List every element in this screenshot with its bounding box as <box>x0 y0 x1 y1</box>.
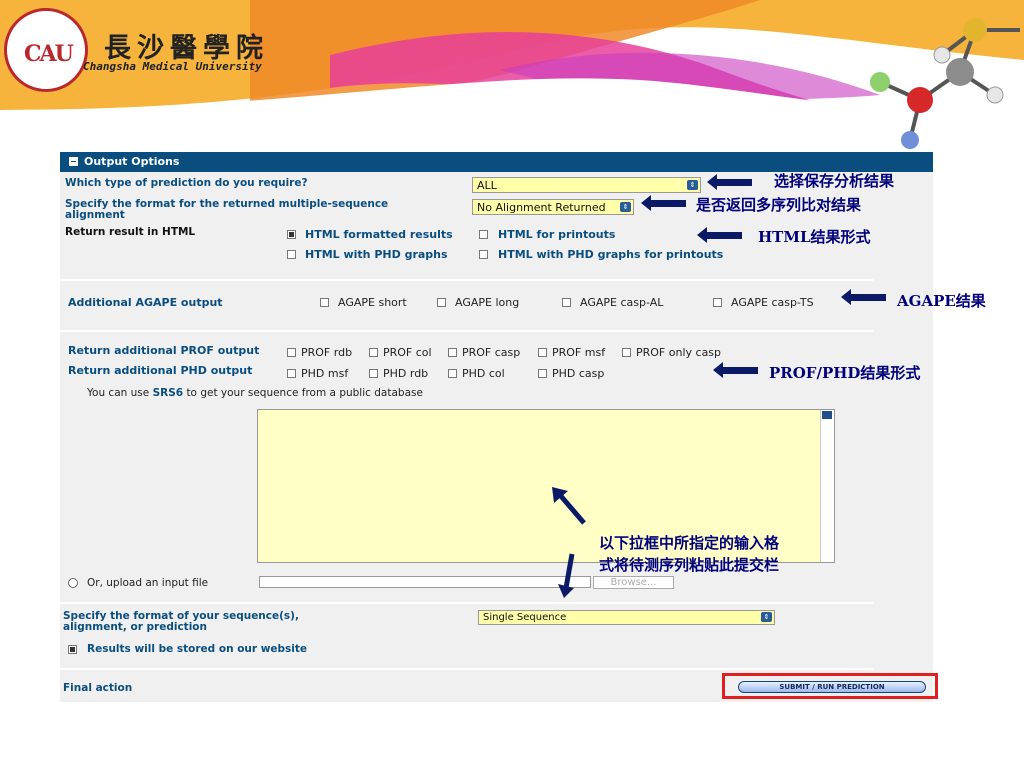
phd-msf-checkbox[interactable] <box>287 369 296 378</box>
phd-msf-label: PHD msf <box>301 367 349 380</box>
select-arrow-icon: ⇕ <box>687 180 698 190</box>
prediction-value: ALL <box>477 179 497 192</box>
agape-casp-al-label: AGAPE casp-AL <box>580 296 664 309</box>
html-label: Return result in HTML <box>65 226 196 238</box>
molecule-icon <box>870 18 1020 149</box>
prediction-label: Which type of prediction do you require? <box>65 177 308 189</box>
phd-rdb-label: PHD rdb <box>383 367 429 380</box>
annotation-save-result: 选择保存分析结果 <box>774 172 895 190</box>
html-phd-graphs-printouts-label: HTML with PHD graphs for printouts <box>498 248 724 261</box>
prof-only-casp-checkbox[interactable] <box>622 348 631 357</box>
agape-long-label: AGAPE long <box>455 296 520 309</box>
submit-button[interactable]: SUBMIT / RUN PREDICTION <box>738 681 926 693</box>
html-phd-graphs-printouts-checkbox[interactable] <box>479 250 488 259</box>
separator <box>60 330 873 332</box>
prof-col-label: PROF col <box>383 346 432 359</box>
phd-col-label: PHD col <box>462 367 505 380</box>
agape-label: Additional AGAPE output <box>68 296 223 309</box>
select-arrow-icon: ⇕ <box>761 612 772 622</box>
prof-rdb-checkbox[interactable] <box>287 348 296 357</box>
panel-header: Output Options <box>60 152 933 172</box>
prof-col-checkbox[interactable] <box>369 348 378 357</box>
submit-highlight: SUBMIT / RUN PREDICTION <box>722 673 938 699</box>
select-arrow-icon: ⇕ <box>620 202 631 212</box>
arrow-up-left-icon <box>552 487 586 525</box>
separator <box>60 668 873 670</box>
html-phd-graphs-label: HTML with PHD graphs <box>305 248 448 261</box>
arrow-left-icon <box>841 289 886 305</box>
prof-rdb-label: PROF rdb <box>301 346 353 359</box>
upload-radio[interactable] <box>68 578 78 588</box>
prediction-select[interactable]: ALL ⇕ <box>472 177 701 193</box>
university-logo: CAU <box>4 8 88 92</box>
annotation-input-line1: 以下拉框中所指定的输入格 <box>599 534 780 552</box>
prof-casp-checkbox[interactable] <box>448 348 457 357</box>
alignment-select[interactable]: No Alignment Returned ⇕ <box>472 199 634 215</box>
agape-short-checkbox[interactable] <box>320 298 329 307</box>
agape-casp-ts-label: AGAPE casp-TS <box>731 296 814 309</box>
phd-rdb-checkbox[interactable] <box>369 369 378 378</box>
separator <box>60 602 873 604</box>
store-results-checkbox[interactable] <box>68 645 77 654</box>
prof-msf-checkbox[interactable] <box>538 348 547 357</box>
agape-long-checkbox[interactable] <box>437 298 446 307</box>
agape-casp-ts-checkbox[interactable] <box>713 298 722 307</box>
html-formatted-label: HTML formatted results <box>305 228 453 241</box>
scroll-up-icon[interactable] <box>822 411 832 419</box>
annotation-input-line2: 式将待测序列粘贴此提交栏 <box>599 556 780 574</box>
prof-only-casp-label: PROF only casp <box>636 346 722 359</box>
school-name-en: Changsha Medical University <box>83 60 262 73</box>
prof-msf-label: PROF msf <box>552 346 606 359</box>
srs6-link[interactable]: SRS6 <box>153 387 184 399</box>
annotation-agape: AGAPE结果 <box>897 292 986 310</box>
annotation-prof-phd: PROF/PHD结果形式 <box>769 364 921 382</box>
alignment-label: Specify the format for the returned mult… <box>65 198 389 221</box>
prof-label: Return additional PROF output <box>68 344 260 357</box>
final-action-label: Final action <box>63 682 133 694</box>
header-banner: CAU 長沙醫學院 Changsha Medical University <box>0 0 1024 150</box>
arrow-left-icon <box>707 174 752 190</box>
annotation-alignment: 是否返回多序列比对结果 <box>696 196 862 214</box>
logo-text: CAU <box>24 41 74 67</box>
textarea-scrollbar[interactable] <box>820 410 834 562</box>
html-phd-graphs-checkbox[interactable] <box>287 250 296 259</box>
phd-col-checkbox[interactable] <box>448 369 457 378</box>
upload-label: Or, upload an input file <box>87 577 209 589</box>
html-printouts-label: HTML for printouts <box>498 228 616 241</box>
prof-casp-label: PROF casp <box>462 346 521 359</box>
srs-hint: You can use SRS6 to get your sequence fr… <box>87 387 423 399</box>
agape-casp-al-checkbox[interactable] <box>562 298 571 307</box>
phd-casp-label: PHD casp <box>552 367 605 380</box>
collapse-icon[interactable] <box>68 156 79 167</box>
phd-label: Return additional PHD output <box>68 364 253 377</box>
alignment-value: No Alignment Returned <box>477 201 606 214</box>
srs-suffix: to get your sequence from a public datab… <box>186 387 423 399</box>
html-formatted-checkbox[interactable] <box>287 230 296 239</box>
browse-button[interactable]: Browse... <box>593 576 674 589</box>
format-value: Single Sequence <box>483 612 567 623</box>
srs-prefix: You can use <box>87 387 150 399</box>
phd-casp-checkbox[interactable] <box>538 369 547 378</box>
arrow-left-icon <box>641 195 686 211</box>
format-select[interactable]: Single Sequence ⇕ <box>478 610 775 625</box>
arrow-left-icon <box>697 227 742 243</box>
annotation-html: HTML结果形式 <box>758 228 871 246</box>
store-results-label: Results will be stored on our website <box>87 643 308 655</box>
format-label: Specify the format of your sequence(s), … <box>63 610 299 633</box>
agape-short-label: AGAPE short <box>338 296 407 309</box>
arrow-left-icon <box>713 362 758 378</box>
arrow-down-icon <box>558 553 575 598</box>
panel-title: Output Options <box>84 155 180 168</box>
html-printouts-checkbox[interactable] <box>479 230 488 239</box>
upload-file-input[interactable] <box>259 576 591 588</box>
separator <box>60 279 873 281</box>
